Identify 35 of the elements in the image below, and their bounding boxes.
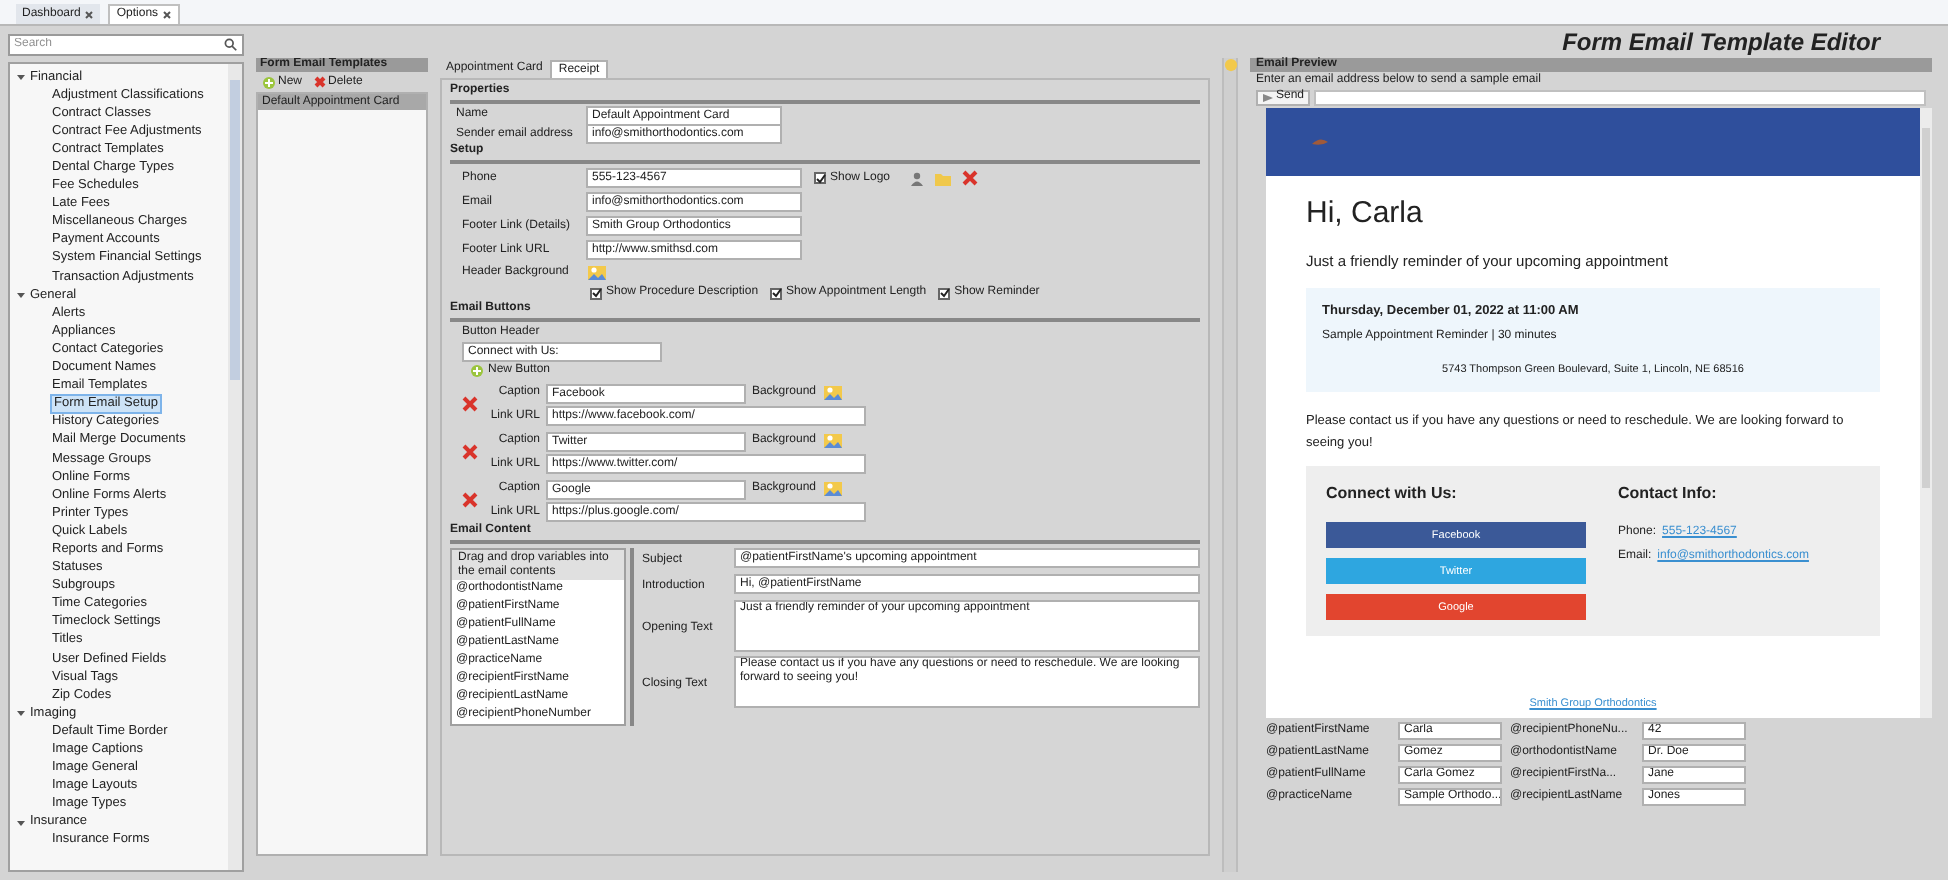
image-icon <box>586 262 608 284</box>
logo-icon <box>1310 134 1330 150</box>
check-icon <box>771 288 782 298</box>
check-icon <box>815 173 825 183</box>
close-icon <box>84 9 95 19</box>
person-icon <box>910 171 925 185</box>
delete-icon[interactable] <box>462 396 478 412</box>
folder-icon <box>934 169 953 187</box>
greeting: Hi, Carla <box>1306 196 1425 232</box>
checkbox[interactable] <box>814 172 826 184</box>
delete-icon[interactable] <box>462 492 478 508</box>
expander-icon[interactable] <box>16 290 26 301</box>
info-icon <box>1224 58 1238 72</box>
expander-icon[interactable] <box>16 72 26 83</box>
expander-icon[interactable] <box>16 817 26 828</box>
check-icon <box>939 288 950 298</box>
section-title: Connect with Us: <box>1326 482 1459 507</box>
delete-icon <box>314 76 327 88</box>
send-icon <box>1262 91 1274 103</box>
image-icon <box>822 430 844 452</box>
email-input[interactable] <box>1314 89 1926 105</box>
image-icon <box>822 382 844 404</box>
section-title: Contact Info: <box>1618 482 1719 507</box>
checkbox[interactable] <box>590 287 602 299</box>
image-icon <box>822 478 844 500</box>
checkbox[interactable] <box>770 287 783 299</box>
window-title: Form Email Template Editor <box>1562 26 1880 60</box>
delete-icon <box>962 170 979 186</box>
plus-icon <box>470 364 484 378</box>
close-icon <box>162 10 173 20</box>
check-icon <box>591 288 601 298</box>
search-icon <box>224 38 238 52</box>
checkbox[interactable] <box>938 287 951 299</box>
expander-icon[interactable] <box>16 708 26 719</box>
delete-icon[interactable] <box>462 444 478 460</box>
